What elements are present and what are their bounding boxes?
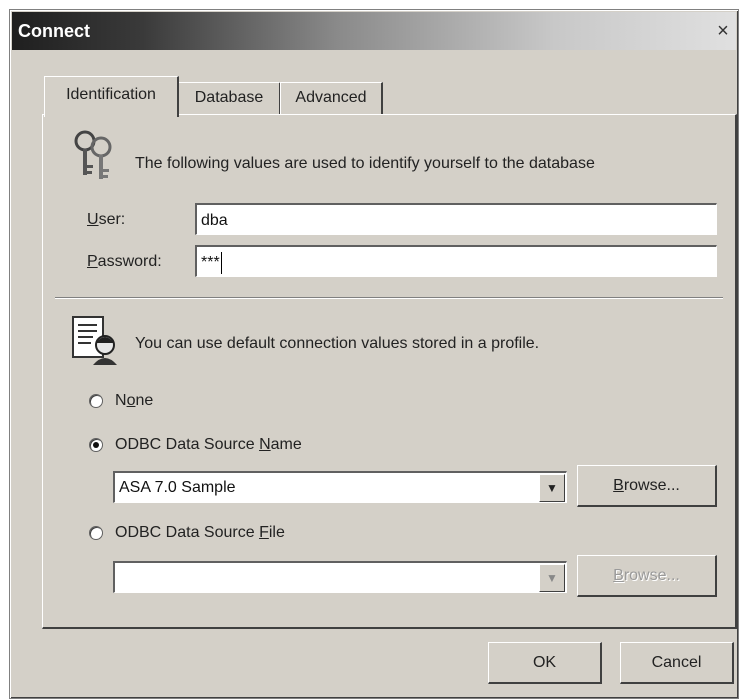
tab-advanced[interactable]: Advanced [280, 82, 383, 115]
file-browse-button: Browse... [577, 555, 717, 597]
window-title: Connect [18, 21, 90, 41]
password-value: *** [201, 254, 220, 271]
radio-odbc-dsn-label: ODBC Data Source Name [115, 436, 302, 453]
password-label: Password: [87, 253, 162, 270]
radio-none[interactable]: None [89, 389, 153, 413]
dsn-select[interactable]: ASA 7.0 Sample ▼ [113, 471, 567, 503]
keys-icon [74, 130, 112, 179]
profile-intro: You can use default connection values st… [135, 335, 540, 352]
connect-dialog: Connect × Identification Database Advanc… [9, 9, 739, 699]
text-caret [220, 251, 222, 274]
radio-none-label: None [115, 392, 154, 409]
identification-panel: The following values are used to identif… [42, 114, 737, 629]
cancel-button[interactable]: Cancel [620, 642, 734, 684]
tab-identification[interactable]: Identification [44, 76, 179, 117]
radio-none-button[interactable] [89, 394, 103, 408]
title-bar[interactable]: Connect × [12, 12, 736, 50]
chevron-down-icon[interactable]: ▼ [539, 564, 565, 592]
radio-odbc-file-label: ODBC Data Source File [115, 524, 285, 541]
dsn-browse-button[interactable]: Browse... [577, 465, 717, 507]
tab-database[interactable]: Database [178, 82, 281, 115]
radio-odbc-dsn[interactable]: ODBC Data Source Name [89, 433, 302, 457]
radio-odbc-file[interactable]: ODBC Data Source File [89, 521, 285, 545]
radio-odbc-dsn-button[interactable] [89, 438, 103, 452]
ok-button[interactable]: OK [488, 642, 602, 684]
radio-odbc-file-button[interactable] [89, 526, 103, 540]
file-select[interactable]: ▼ [113, 561, 567, 593]
user-field[interactable]: dba [195, 203, 717, 235]
identification-intro: The following values are used to identif… [135, 155, 595, 172]
user-value: dba [201, 212, 228, 229]
password-field[interactable]: *** [195, 245, 717, 277]
dsn-select-value: ASA 7.0 Sample [119, 479, 236, 496]
tab-advanced-label: Advanced [295, 89, 367, 106]
chevron-down-icon[interactable]: ▼ [539, 474, 565, 502]
tab-database-label: Database [194, 89, 264, 106]
ok-label: OK [532, 654, 557, 671]
section-divider [55, 297, 723, 299]
cancel-label: Cancel [651, 654, 702, 671]
tab-identification-label: Identification [66, 86, 156, 103]
profile-document-icon [72, 316, 117, 365]
user-label: User: [87, 211, 126, 228]
close-icon[interactable]: × [714, 20, 732, 42]
